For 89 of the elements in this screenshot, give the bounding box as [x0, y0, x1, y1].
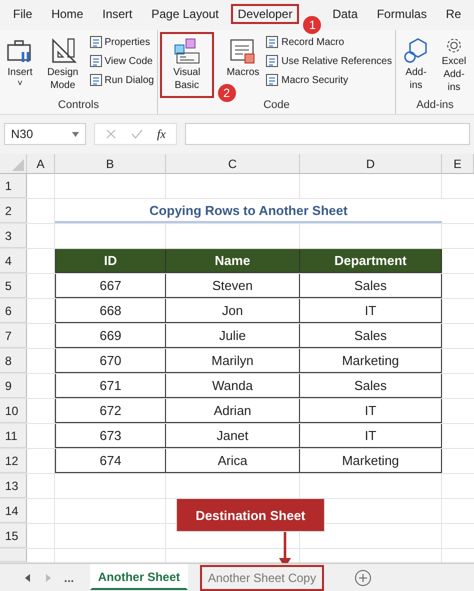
step-badge: 1 — [303, 16, 322, 34]
table-cell: Janet — [166, 424, 300, 448]
ribbon-button[interactable]: View Code — [88, 53, 155, 69]
scroll-right-icon[interactable] — [44, 572, 52, 582]
table-cell: Jon — [166, 299, 300, 323]
select-all-icon[interactable] — [12, 159, 24, 171]
ribbon-button[interactable]: Record Macro — [264, 34, 393, 50]
row-header[interactable]: 15 — [0, 524, 27, 548]
ribbon-tab[interactable]: Re — [438, 4, 468, 24]
ribbon-button[interactable]: Insert ˅ — [2, 32, 38, 98]
table-cell: Marilyn — [166, 349, 300, 373]
table-cell: IT — [300, 299, 442, 323]
table-header: Department — [300, 249, 442, 273]
table-cell: Sales — [300, 274, 442, 298]
name-box[interactable]: N30 — [4, 123, 86, 145]
table-cell: IT — [300, 399, 442, 423]
ribbon-button[interactable]: Add-ins — [398, 32, 434, 98]
add-sheet-icon[interactable] — [354, 568, 372, 586]
ribbon-tab[interactable]: File — [6, 4, 40, 24]
ribbon-button[interactable]: Run Dialog — [88, 72, 155, 88]
sheet-title: Copying Rows to Another Sheet — [149, 202, 348, 218]
command-icon — [88, 35, 103, 49]
table-cell: Steven — [166, 274, 300, 298]
table-cell: IT — [300, 424, 442, 448]
row-header[interactable]: 10 — [0, 399, 27, 423]
table-cell: 674 — [55, 449, 166, 473]
group-label: Controls — [57, 99, 100, 113]
command-icon — [265, 35, 280, 49]
row-header[interactable]: 5 — [0, 274, 27, 298]
function-button[interactable]: fx — [157, 126, 166, 142]
command-icon — [88, 54, 103, 68]
ribbon-tab[interactable]: Insert — [95, 4, 140, 24]
table-cell: Arica — [166, 449, 300, 473]
ribbon-button[interactable]: Use Relative References — [264, 53, 393, 69]
table-cell: 671 — [55, 374, 166, 398]
row-header[interactable]: 2 — [0, 199, 27, 223]
ribbon-button[interactable]: Excel Add-ins — [436, 32, 472, 98]
ribbon-button[interactable]: Macro Security — [264, 72, 393, 88]
ribbon-button[interactable]: Design Mode — [40, 32, 86, 98]
cancel-icon[interactable] — [105, 128, 117, 140]
table-cell: 670 — [55, 349, 166, 373]
command-icon — [265, 73, 280, 87]
table-cell: Wanda — [166, 374, 300, 398]
row-header[interactable]: 7 — [0, 324, 27, 348]
row-header[interactable]: 9 — [0, 374, 27, 398]
table-header: Name — [166, 249, 300, 273]
table-cell: Adrian — [166, 399, 300, 423]
ribbon-button[interactable]: Properties — [88, 34, 155, 50]
group-label: Code — [262, 99, 291, 113]
sheet-tab[interactable]: Another Sheet Copy — [200, 564, 324, 590]
row-header[interactable] — [0, 549, 27, 562]
ribbon-tab[interactable]: Developer — [230, 4, 300, 24]
table-cell: 673 — [55, 424, 166, 448]
table-cell: 669 — [55, 324, 166, 348]
scroll-left-icon[interactable] — [24, 572, 32, 582]
table-cell: Marketing — [300, 449, 442, 473]
more-sheets-button[interactable]: ... — [64, 570, 74, 584]
ribbon-tab[interactable]: Formulas — [370, 4, 434, 24]
ribbon-tab[interactable]: Home — [44, 4, 90, 24]
sheet-tab[interactable]: Another Sheet — [90, 564, 188, 590]
row-header[interactable]: 3 — [0, 224, 27, 248]
row-header[interactable]: 6 — [0, 299, 27, 323]
row-header[interactable]: 1 — [0, 174, 27, 198]
row-header[interactable]: 12 — [0, 449, 27, 473]
ribbon-tab[interactable]: Page Layout — [144, 4, 226, 24]
table-cell: Marketing — [300, 349, 442, 373]
command-icon — [88, 73, 103, 87]
table-cell: Julie — [166, 324, 300, 348]
row-header[interactable]: 8 — [0, 349, 27, 373]
table-cell: 668 — [55, 299, 166, 323]
row-header[interactable]: 11 — [0, 424, 27, 448]
row-header[interactable]: 14 — [0, 499, 27, 523]
table-cell: 667 — [55, 274, 166, 298]
ribbon-tab[interactable]: Data — [325, 4, 365, 24]
table-cell: Sales — [300, 374, 442, 398]
check-icon[interactable] — [131, 128, 143, 140]
dropdown-icon[interactable] — [72, 132, 79, 136]
formula-field[interactable] — [184, 123, 470, 145]
table-cell: Sales — [300, 324, 442, 348]
row-header[interactable]: 13 — [0, 474, 27, 498]
callout-box: Destination Sheet — [176, 498, 325, 532]
step-badge: 2 — [218, 84, 236, 102]
table-cell: 672 — [55, 399, 166, 423]
cubes-icon — [172, 36, 202, 66]
group-label: Add-ins — [415, 99, 455, 113]
table-header: ID — [55, 249, 166, 273]
ribbon-button[interactable]: Visual Basic — [160, 32, 214, 98]
command-icon — [265, 54, 280, 68]
row-header[interactable]: 4 — [0, 249, 27, 273]
